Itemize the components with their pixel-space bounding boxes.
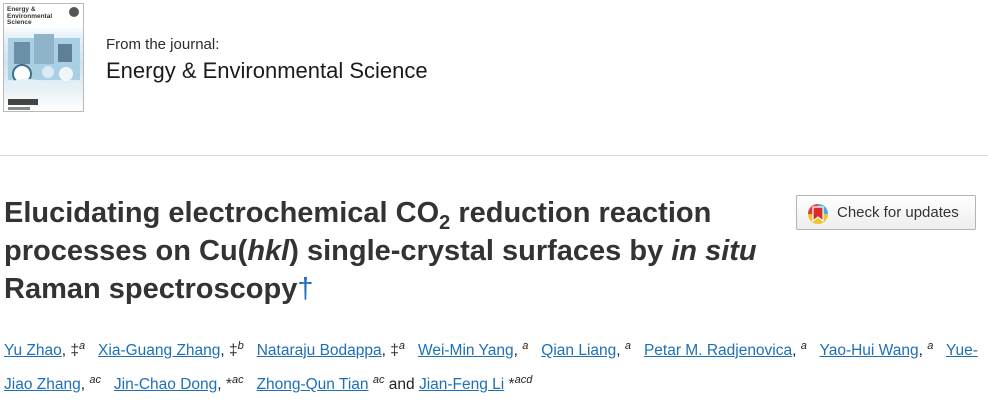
author-separator: , — [381, 342, 391, 359]
author-link[interactable]: Petar M. Radjenovica — [644, 342, 792, 359]
title-text: Elucidating electrochemical CO — [4, 197, 440, 229]
electronic-supplementary-link[interactable]: † — [297, 273, 313, 305]
cover-logo-icon — [69, 7, 79, 17]
article-title: Elucidating electrochemical CO2 reductio… — [4, 194, 774, 308]
affiliation-superscript[interactable]: ac — [373, 374, 385, 386]
divider — [0, 155, 988, 156]
affiliation-superscript[interactable]: acd — [515, 374, 533, 386]
affiliation-superscript[interactable]: a — [522, 340, 528, 352]
title-text: ) single-crystal surfaces by — [289, 235, 672, 267]
affiliation-superscript[interactable]: b — [238, 340, 244, 352]
affiliation-superscript[interactable]: ac — [232, 374, 244, 386]
author-link[interactable]: Qian Liang — [541, 342, 616, 359]
cover-artwork — [8, 34, 80, 88]
author-link[interactable]: Nataraju Bodappa — [257, 342, 382, 359]
journal-cover-image[interactable]: Energy & Environmental Science — [3, 3, 84, 112]
affiliation-superscript[interactable]: a — [927, 340, 933, 352]
title-italic: in situ — [671, 235, 757, 267]
journal-name[interactable]: Energy & Environmental Science — [106, 58, 428, 84]
author-and: and — [384, 376, 419, 393]
cover-title: Energy & Environmental Science — [7, 6, 53, 26]
affiliation-superscript[interactable]: a — [399, 340, 405, 352]
cover-footer-bar — [8, 107, 30, 110]
author-separator: , — [616, 342, 625, 359]
author-separator: , — [217, 376, 226, 393]
author-link[interactable]: Wei-Min Yang — [418, 342, 514, 359]
author-separator: , — [792, 342, 801, 359]
affiliation-superscript[interactable]: a — [79, 340, 85, 352]
author-mark: ‡ — [70, 342, 79, 359]
cover-publisher-logo — [8, 99, 38, 105]
title-italic: hkl — [247, 235, 290, 267]
affiliation-superscript[interactable]: a — [801, 340, 807, 352]
check-for-updates-label: Check for updates — [837, 204, 959, 221]
author-separator: , — [220, 342, 230, 359]
author-link[interactable]: Jin-Chao Dong — [114, 376, 217, 393]
author-link[interactable]: Jian-Feng Li — [419, 376, 504, 393]
author-mark: ‡ — [229, 342, 238, 359]
affiliation-superscript[interactable]: a — [625, 340, 631, 352]
check-for-updates-button[interactable]: Check for updates — [796, 195, 976, 230]
title-subscript: 2 — [439, 212, 451, 234]
author-link[interactable]: Yao-Hui Wang — [820, 342, 919, 359]
author-mark: ‡ — [390, 342, 399, 359]
author-link[interactable]: Zhong-Qun Tian — [257, 376, 369, 393]
title-text: Raman spectroscopy — [4, 273, 298, 305]
author-separator: , — [918, 342, 928, 359]
from-journal-label: From the journal: — [106, 36, 220, 53]
author-link[interactable]: Xia-Guang Zhang — [98, 342, 220, 359]
affiliation-superscript[interactable]: ac — [89, 374, 101, 386]
crossmark-icon — [808, 204, 828, 224]
author-list: Yu Zhao, ‡a Xia-Guang Zhang, ‡b Nataraju… — [4, 334, 984, 402]
author-separator: , — [513, 342, 523, 359]
author-link[interactable]: Yu Zhao — [4, 342, 62, 359]
